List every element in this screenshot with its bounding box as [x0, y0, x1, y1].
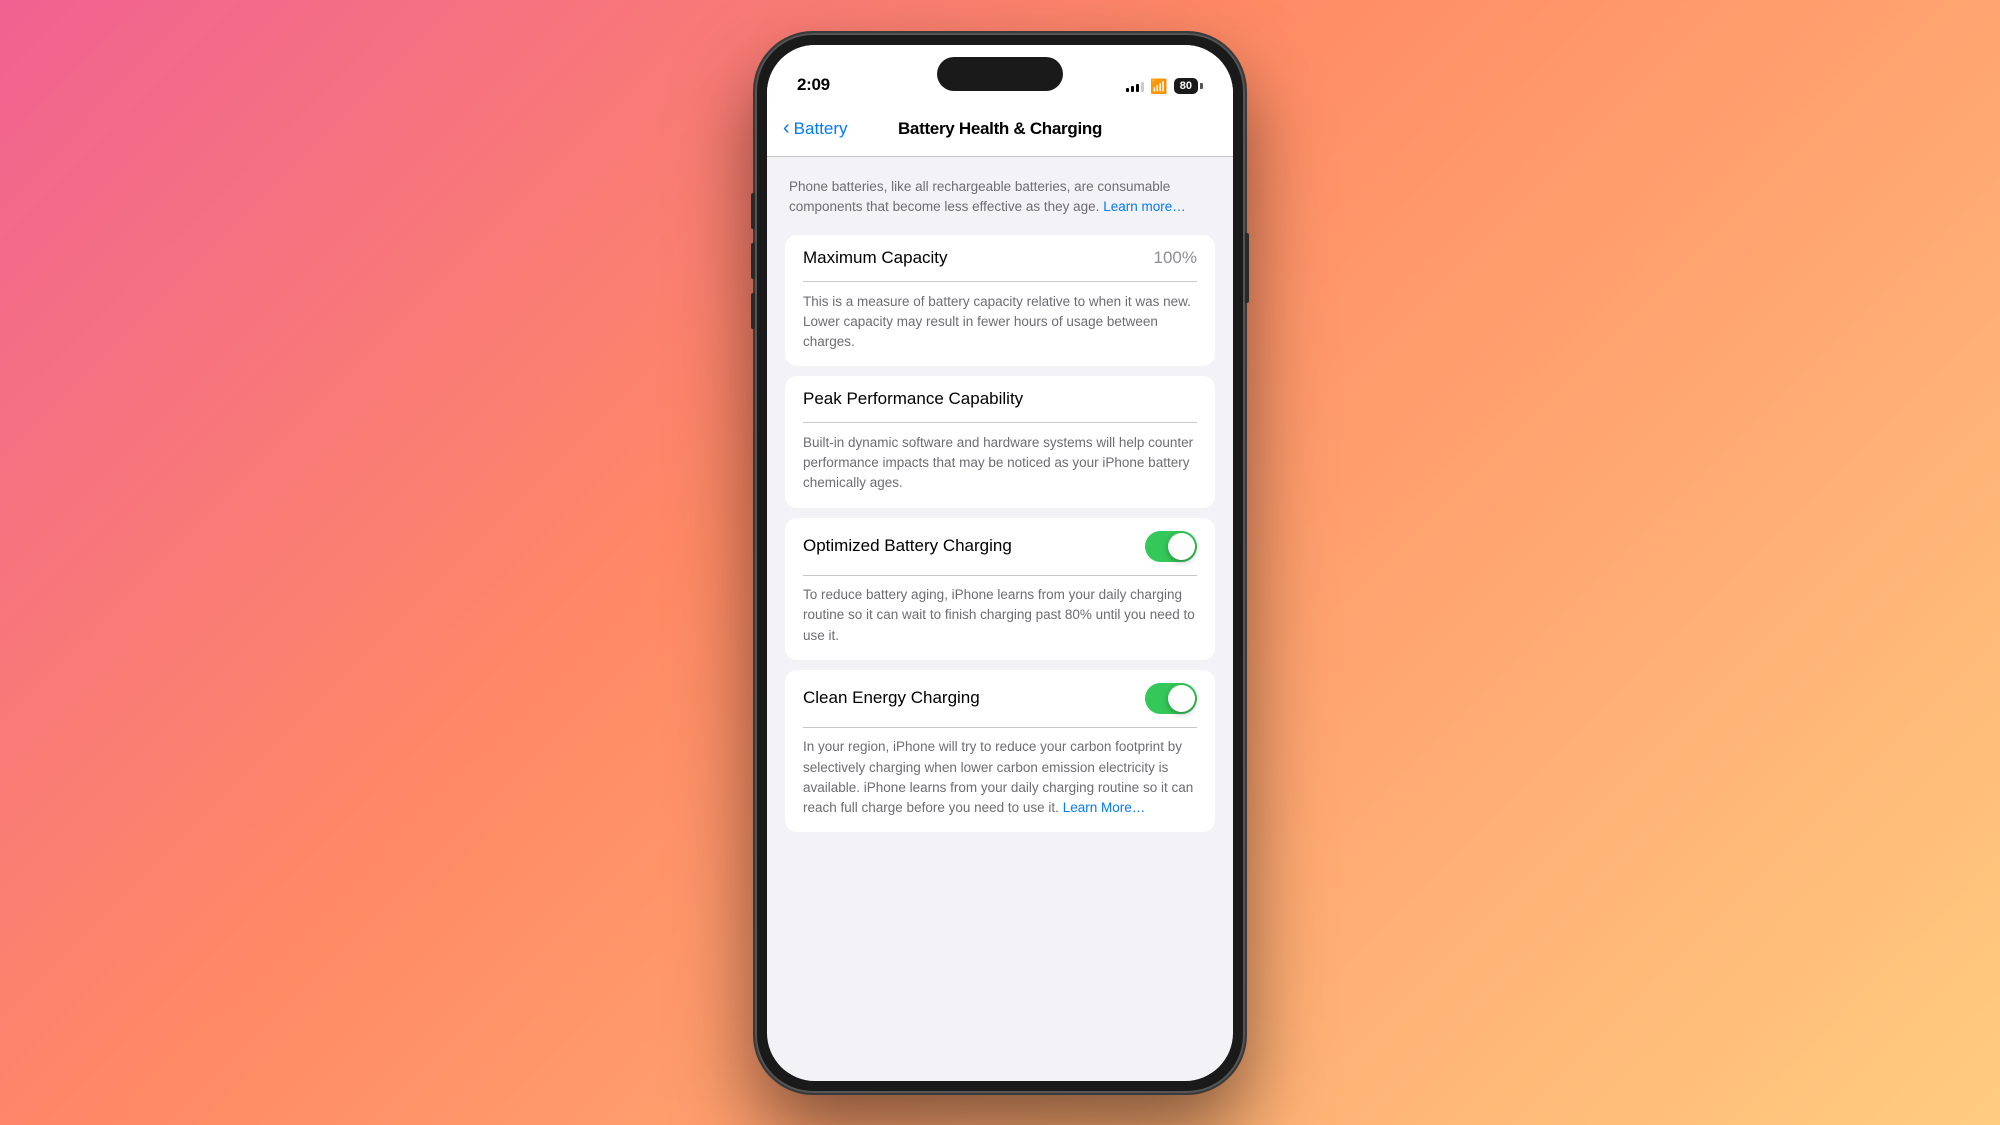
- status-time: 2:09: [797, 75, 830, 95]
- clean-energy-thumb: [1168, 685, 1195, 712]
- peak-performance-row: Peak Performance Capability: [785, 376, 1215, 422]
- clean-energy-toggle[interactable]: [1145, 683, 1197, 714]
- optimized-charging-track[interactable]: [1145, 531, 1197, 562]
- clean-energy-row: Clean Energy Charging: [785, 670, 1215, 727]
- clean-energy-track[interactable]: [1145, 683, 1197, 714]
- back-button[interactable]: ‹ Battery: [783, 118, 848, 140]
- wifi-icon: 📶: [1150, 78, 1167, 95]
- signal-bar-4: [1141, 82, 1144, 92]
- learn-more-link[interactable]: Learn more…: [1103, 199, 1186, 214]
- optimized-charging-description: To reduce battery aging, iPhone learns f…: [785, 575, 1215, 660]
- signal-bar-1: [1126, 88, 1129, 92]
- optimized-charging-toggle[interactable]: [1145, 531, 1197, 562]
- optimized-charging-row: Optimized Battery Charging: [785, 518, 1215, 575]
- battery-tip: [1200, 83, 1203, 89]
- clean-energy-description: In your region, iPhone will try to reduc…: [785, 727, 1215, 832]
- clean-energy-learn-more[interactable]: Learn More…: [1063, 800, 1146, 815]
- optimized-charging-thumb: [1168, 533, 1195, 560]
- maximum-capacity-label: Maximum Capacity: [803, 248, 948, 268]
- battery-status-indicator: 80: [1174, 78, 1203, 94]
- clean-energy-label: Clean Energy Charging: [803, 688, 980, 708]
- clean-energy-card: Clean Energy Charging In your region, iP…: [785, 670, 1215, 833]
- battery-pill: 80: [1174, 78, 1198, 94]
- peak-performance-card: Peak Performance Capability Built-in dyn…: [785, 376, 1215, 507]
- navigation-bar: ‹ Battery Battery Health & Charging: [767, 103, 1233, 157]
- optimized-charging-card: Optimized Battery Charging To reduce bat…: [785, 518, 1215, 660]
- page-title: Battery Health & Charging: [898, 119, 1102, 139]
- content-area: Phone batteries, like all rechargeable b…: [767, 157, 1233, 1081]
- maximum-capacity-value: 100%: [1154, 248, 1197, 268]
- screen: 2:09 📶 80: [767, 45, 1233, 1081]
- signal-icon: [1126, 80, 1144, 92]
- status-icons: 📶 80: [1126, 78, 1203, 95]
- maximum-capacity-card: Maximum Capacity 100% This is a measure …: [785, 235, 1215, 366]
- phone-device: 2:09 📶 80: [755, 33, 1245, 1093]
- peak-performance-description: Built-in dynamic software and hardware s…: [785, 423, 1215, 508]
- back-label: Battery: [794, 119, 848, 139]
- maximum-capacity-description: This is a measure of battery capacity re…: [785, 282, 1215, 367]
- intro-text: Phone batteries, like all rechargeable b…: [785, 173, 1215, 236]
- dynamic-island: [937, 57, 1063, 91]
- battery-level: 80: [1180, 80, 1192, 92]
- maximum-capacity-row: Maximum Capacity 100%: [785, 235, 1215, 281]
- signal-bar-2: [1131, 86, 1134, 92]
- optimized-charging-label: Optimized Battery Charging: [803, 536, 1012, 556]
- chevron-left-icon: ‹: [783, 117, 790, 140]
- signal-bar-3: [1136, 84, 1139, 92]
- peak-performance-label: Peak Performance Capability: [803, 389, 1023, 409]
